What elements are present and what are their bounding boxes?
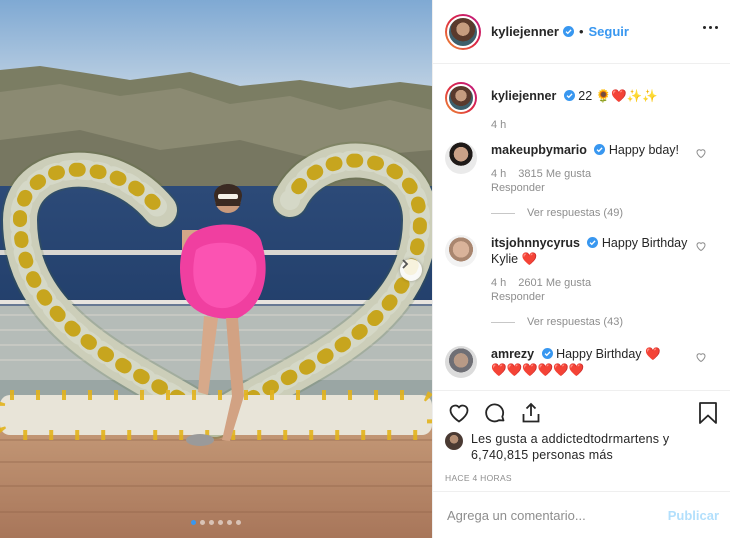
post-actions: Les gusta a addictedtodrmartens y 6,740,… [433,390,730,490]
avatar[interactable] [445,235,477,267]
verified-badge-icon [594,144,606,155]
comments-list[interactable]: kyliejenner 22 🌻❤️✨✨ 4 h makeupbymario H… [433,65,730,385]
author-avatar[interactable] [445,82,477,114]
comment-username[interactable]: amrezy [491,347,534,361]
more-options-icon[interactable] [703,26,718,29]
carousel-dot [200,520,205,525]
view-replies[interactable]: Ver respuestas (49) [491,207,691,219]
comment-likes[interactable]: 3815 Me gusta [518,168,591,180]
comment-username[interactable]: makeupbymario [491,143,587,157]
reply-button[interactable]: Responder [491,182,545,194]
likes-summary[interactable]: Les gusta a addictedtodrmartens y 6,740,… [445,431,723,463]
caption-time[interactable]: 4 h [491,118,691,132]
comment-meta: 4 h 3815 Me gusta Responder [491,167,691,195]
comment-input[interactable] [447,507,668,523]
comment-body: Happy Birthday ❤️ [556,347,661,361]
carousel-dot [209,520,214,525]
carousel-dot [236,520,241,525]
photo-scene [0,0,432,538]
post-photo[interactable] [0,0,432,538]
like-comment-heart-icon[interactable] [695,147,707,159]
comment-body: Happy bday! [608,143,680,157]
verified-badge-icon [562,26,574,37]
author-avatar[interactable] [445,13,481,50]
reply-button[interactable]: Responder [491,291,545,303]
verified-badge-icon [563,90,575,101]
post-header: kyliejenner • Seguir [433,0,730,64]
save-bookmark-icon[interactable] [697,401,719,425]
comment-meta: 4 h 2601 Me gusta Responder [491,276,691,304]
verified-badge-icon [541,348,553,359]
post-details-panel: kyliejenner • Seguir kyliejenner 22 🌻❤️✨… [432,0,730,538]
comment-username[interactable]: itsjohnnycyrus [491,236,580,250]
view-replies-label: Ver respuestas (49) [527,207,623,219]
next-photo-button[interactable] [400,259,422,281]
comment-text: amrezy Happy Birthday ❤️ ❤️❤️❤️❤️❤️❤️ [491,346,691,378]
chevron-right-icon [402,259,409,269]
action-bar [445,401,719,427]
caption-body: 22 🌻❤️✨✨ [578,89,658,103]
post-timestamp[interactable]: HACE 4 HORAS [445,473,512,483]
publish-button[interactable]: Publicar [668,508,719,523]
comment-likes[interactable]: 2601 Me gusta [518,277,591,289]
avatar [445,432,463,450]
avatar [447,15,479,48]
follow-button[interactable]: Seguir [589,24,629,39]
likes-text: Les gusta a addictedtodrmartens y 6,740,… [471,432,670,462]
caption-text: kyliejenner 22 🌻❤️✨✨ [491,82,691,104]
author-username[interactable]: kyliejenner [491,24,559,39]
like-comment-heart-icon[interactable] [695,351,707,363]
caption: kyliejenner 22 🌻❤️✨✨ 4 h [433,82,730,132]
comment-body-extra: ❤️❤️❤️❤️❤️❤️ [491,363,585,377]
avatar[interactable] [445,346,477,378]
add-comment-bar: Publicar [433,491,730,538]
comment-item: makeupbymario Happy bday! 4 h 3815 Me gus… [433,142,730,219]
comment-item: amrezy Happy Birthday ❤️ ❤️❤️❤️❤️❤️❤️ [433,346,730,378]
comment-icon[interactable] [483,401,507,425]
view-replies[interactable]: Ver respuestas (43) [491,316,691,328]
carousel-dot [218,520,223,525]
caption-username[interactable]: kyliejenner [491,89,556,103]
comment-time[interactable]: 4 h [491,277,506,289]
like-heart-icon[interactable] [447,401,471,425]
carousel-dot [191,520,196,525]
like-comment-heart-icon[interactable] [695,240,707,252]
comment-time[interactable]: 4 h [491,168,506,180]
view-replies-label: Ver respuestas (43) [527,316,623,328]
carousel-dot [227,520,232,525]
share-icon[interactable] [519,401,543,425]
comment-item: itsjohnnycyrus Happy Birthday Kylie ❤️ 4… [433,235,730,328]
avatar[interactable] [445,142,477,174]
carousel-indicator [0,520,432,525]
comment-text: itsjohnnycyrus Happy Birthday Kylie ❤️ [491,235,691,267]
comment-text: makeupbymario Happy bday! [491,142,691,158]
separator-dot: • [578,24,584,39]
verified-badge-icon [587,237,599,248]
avatar [447,84,475,112]
